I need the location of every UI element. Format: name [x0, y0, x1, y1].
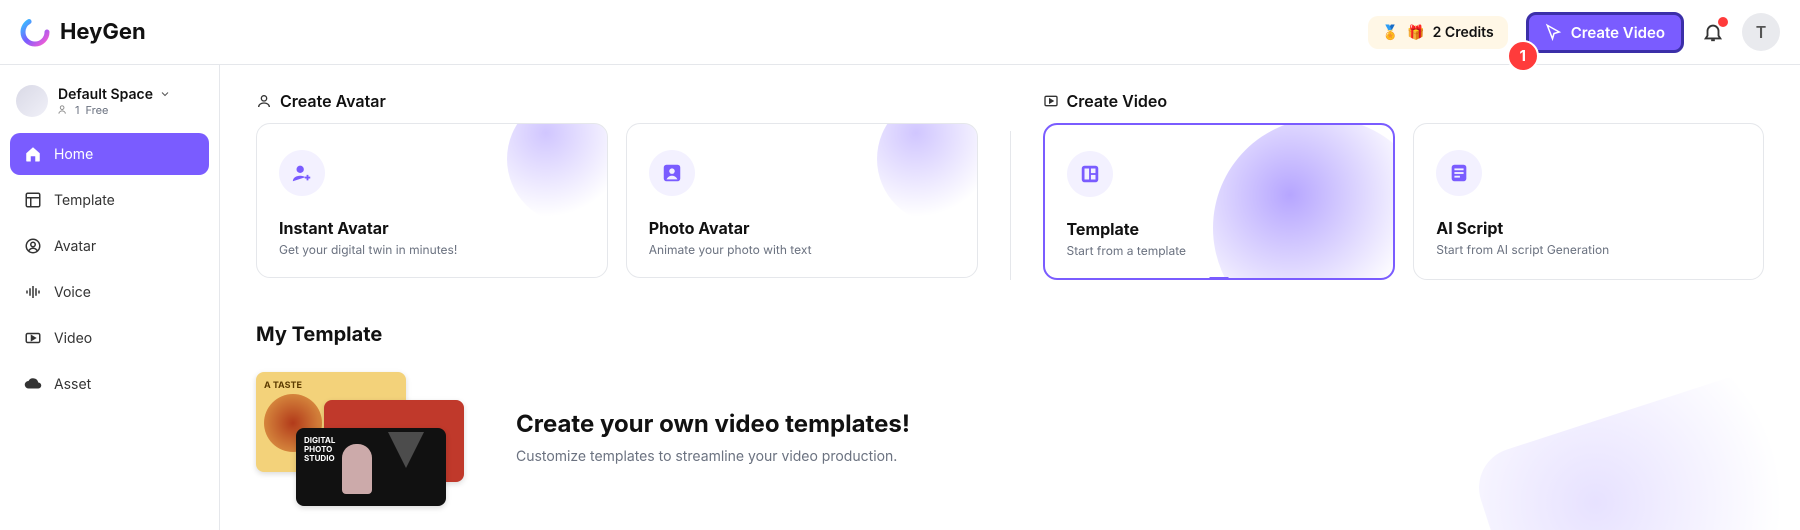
- card-title: Photo Avatar: [649, 218, 955, 238]
- card-ai-script[interactable]: AI Script Start from AI script Generatio…: [1413, 123, 1764, 280]
- brand-logo-icon: [20, 17, 50, 47]
- brand-name: HeyGen: [60, 19, 146, 45]
- card-instant-avatar[interactable]: Instant Avatar Get your digital twin in …: [256, 123, 608, 278]
- brand[interactable]: HeyGen: [20, 17, 146, 47]
- user-plus-icon: [279, 150, 325, 196]
- credits-badge[interactable]: 🏅 🎁 2 Credits: [1368, 16, 1508, 49]
- user-avatar[interactable]: T: [1742, 13, 1780, 51]
- notifications-button[interactable]: [1702, 21, 1724, 43]
- card-sub: Animate your photo with text: [649, 242, 955, 257]
- sidebar-item-home[interactable]: Home: [10, 133, 209, 175]
- workspace-plan: Free: [85, 103, 108, 117]
- my-template-section: My Template A TASTE Authenic Digital Pho…: [256, 322, 1764, 502]
- avatar-icon: [24, 237, 42, 255]
- video-icon: [24, 329, 42, 347]
- sidebar-item-voice[interactable]: Voice: [10, 271, 209, 313]
- card-title: Instant Avatar: [279, 218, 585, 238]
- script-icon: [1436, 150, 1482, 196]
- card-photo-avatar[interactable]: Photo Avatar Animate your photo with tex…: [626, 123, 978, 278]
- chevron-down-icon: [159, 88, 171, 100]
- spotlight-icon: [388, 432, 424, 468]
- create-video-label: Create Video: [1571, 23, 1665, 42]
- member-count: 1: [75, 103, 79, 117]
- sidebar-item-label: Asset: [54, 376, 91, 393]
- sidebar-item-avatar[interactable]: Avatar: [10, 225, 209, 267]
- gift-icon: 🎁: [1407, 24, 1424, 41]
- sidebar-item-label: Avatar: [54, 238, 96, 255]
- create-sections: Create Avatar Instant Avatar Get your di…: [256, 91, 1764, 280]
- section-create-video: Create Video Template Start from a templ…: [1043, 91, 1765, 280]
- card-sub: Start from AI script Generation: [1436, 242, 1741, 257]
- credits-label: 2 Credits: [1433, 24, 1494, 41]
- notification-dot-icon: [1718, 17, 1728, 27]
- sidebar: Default Space 1 Free Home: [0, 65, 220, 530]
- workspace-name: Default Space: [58, 86, 153, 103]
- header-actions: 🏅 🎁 2 Credits Create Video 1 T: [1368, 12, 1780, 53]
- card-template[interactable]: Template Start from a template: [1043, 123, 1396, 280]
- template-thumbnails[interactable]: A TASTE Authenic Digital Photo Studio: [256, 372, 476, 502]
- layout-icon: [1067, 151, 1113, 197]
- body: Default Space 1 Free Home: [0, 65, 1800, 530]
- cloud-icon: [24, 375, 42, 393]
- members-icon: [58, 104, 69, 115]
- template-icon: [24, 191, 42, 209]
- card-title: AI Script: [1436, 218, 1741, 238]
- avatar-initial: T: [1756, 22, 1767, 42]
- section-title-label: Create Avatar: [280, 91, 386, 111]
- workspace-switcher[interactable]: Default Space 1 Free: [10, 81, 209, 121]
- my-template-heading: My Template: [256, 322, 1764, 346]
- user-icon: [256, 93, 272, 109]
- sidebar-item-label: Voice: [54, 284, 91, 301]
- card-glow: [507, 123, 608, 224]
- card-glow: [877, 123, 978, 224]
- workspace-icon: [16, 85, 48, 117]
- medal-icon: 🏅: [1382, 24, 1399, 41]
- selected-pointer-icon: [1209, 277, 1229, 280]
- my-template-title: Create your own video templates!: [516, 409, 910, 438]
- sidebar-item-label: Video: [54, 330, 92, 347]
- play-box-icon: [1043, 93, 1059, 109]
- person-icon: [342, 444, 372, 494]
- cursor-click-icon: [1545, 23, 1563, 41]
- create-video-button[interactable]: Create Video 1: [1526, 12, 1684, 53]
- sidebar-item-label: Template: [54, 192, 115, 209]
- section-create-avatar: Create Avatar Instant Avatar Get your di…: [256, 91, 978, 280]
- card-sub: Get your digital twin in minutes!: [279, 242, 585, 257]
- section-divider: [1010, 131, 1011, 280]
- sidebar-item-label: Home: [54, 146, 93, 163]
- sidebar-item-asset[interactable]: Asset: [10, 363, 209, 405]
- main: Create Avatar Instant Avatar Get your di…: [220, 65, 1800, 530]
- photo-user-icon: [649, 150, 695, 196]
- my-template-sub: Customize templates to streamline your v…: [516, 448, 910, 465]
- card-glow: [1213, 123, 1395, 280]
- section-title-label: Create Video: [1067, 91, 1168, 111]
- sidebar-nav: Home Template Avatar Voice Video Asset: [10, 133, 209, 405]
- sidebar-item-video[interactable]: Video: [10, 317, 209, 359]
- workspace-meta: Default Space 1 Free: [58, 86, 171, 117]
- my-template-text: Create your own video templates! Customi…: [516, 409, 910, 465]
- sidebar-item-template[interactable]: Template: [10, 179, 209, 221]
- thumb-studio: Digital Photo Studio: [296, 428, 446, 506]
- header: HeyGen 🏅 🎁 2 Credits Create Video 1: [0, 0, 1800, 65]
- home-icon: [24, 145, 42, 163]
- voice-icon: [24, 283, 42, 301]
